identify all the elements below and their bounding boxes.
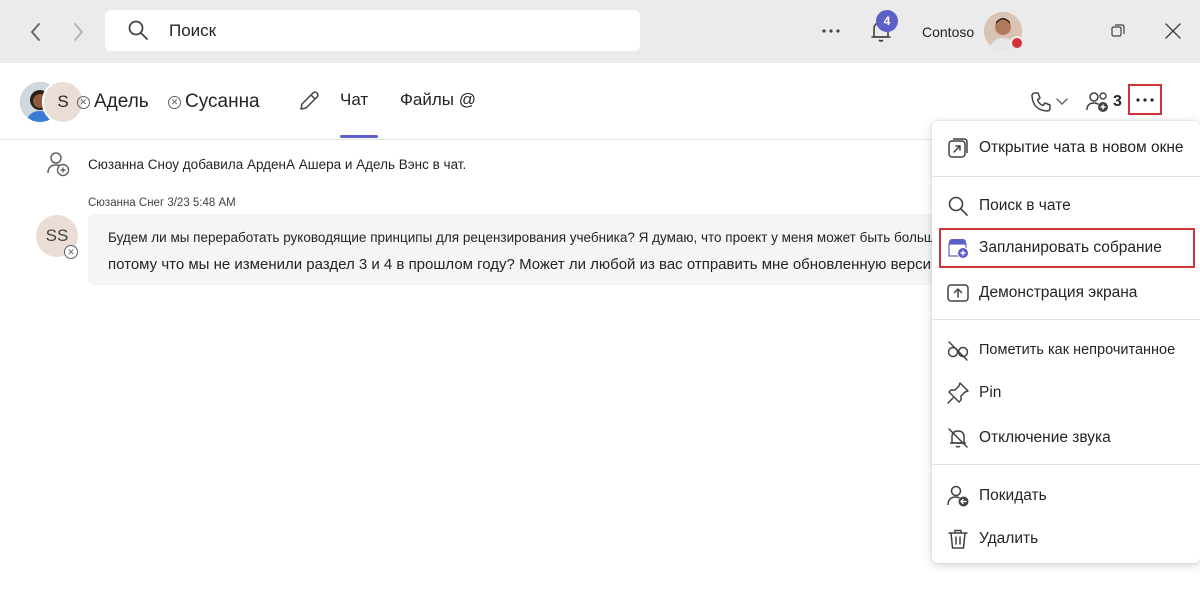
menu-item-leave[interactable]: Покидать bbox=[932, 476, 1200, 516]
chevron-down-icon bbox=[1056, 98, 1068, 105]
more-horizontal-icon bbox=[1136, 97, 1154, 102]
search-input[interactable] bbox=[169, 19, 609, 43]
menu-item-pin[interactable]: Pin bbox=[932, 373, 1200, 413]
participant-name: Сусанна bbox=[185, 91, 260, 112]
pin-icon bbox=[947, 382, 969, 404]
close-icon bbox=[1165, 23, 1181, 39]
delete-icon bbox=[948, 529, 968, 549]
notification-badge: 4 bbox=[876, 10, 898, 32]
message-author-time: Сюзанна Снег 3/23 5:48 AM bbox=[88, 197, 236, 209]
system-message: Сюзанна Сноу добавила АрденА Ашера и Аде… bbox=[88, 157, 467, 172]
mute-bell-icon bbox=[948, 428, 968, 448]
remove-icon[interactable]: ✕ bbox=[168, 95, 181, 109]
restore-icon bbox=[1111, 24, 1125, 37]
chevron-left-icon bbox=[31, 23, 40, 41]
restore-window-button[interactable] bbox=[1103, 18, 1133, 44]
menu-item-label: Удалить bbox=[979, 530, 1039, 547]
search-icon bbox=[128, 20, 148, 40]
menu-item-mute[interactable]: Отключение звука bbox=[932, 418, 1200, 458]
message-bubble[interactable]: Будем ли мы переработать руководящие при… bbox=[88, 214, 958, 285]
more-options-button[interactable] bbox=[816, 18, 846, 44]
menu-item-open-new-window[interactable]: Открытие чата в новом окне bbox=[932, 128, 1200, 168]
tab-files[interactable]: Файлы @ bbox=[400, 90, 476, 110]
title-bar: 4 Contoso bbox=[0, 0, 1200, 63]
edit-pencil-icon[interactable] bbox=[297, 89, 321, 113]
menu-item-label: Демонстрация экрана bbox=[979, 284, 1138, 301]
open-in-new-window-icon bbox=[948, 138, 968, 158]
org-name[interactable]: Contoso bbox=[922, 24, 974, 40]
people-count: 3 bbox=[1113, 93, 1122, 110]
menu-divider bbox=[932, 464, 1200, 465]
participant-chip-susanna[interactable]: ✕ Сусанна bbox=[168, 91, 260, 113]
menu-item-schedule-meeting[interactable]: Запланировать собрание bbox=[939, 228, 1195, 268]
tab-chat[interactable]: Чат bbox=[340, 90, 368, 110]
menu-item-label: Отключение звука bbox=[979, 429, 1111, 446]
close-window-button[interactable] bbox=[1158, 18, 1188, 44]
menu-item-delete[interactable]: Удалить bbox=[932, 519, 1200, 559]
call-button[interactable] bbox=[1030, 87, 1074, 117]
people-button[interactable]: 3 bbox=[1085, 87, 1122, 117]
message-text-line: Будем ли мы переработать руководящие при… bbox=[108, 230, 946, 245]
people-add-icon bbox=[1086, 92, 1108, 112]
menu-item-label: Поиск в чате bbox=[979, 197, 1071, 214]
menu-item-label: Открытие чата в новом окне bbox=[979, 139, 1184, 156]
menu-item-label: Покидать bbox=[979, 487, 1047, 504]
forward-button[interactable] bbox=[64, 18, 92, 46]
menu-divider bbox=[932, 319, 1200, 320]
participant-chip-adel[interactable]: ✕ Адель bbox=[77, 91, 149, 113]
menu-item-mark-unread[interactable]: Пометить как непрочитанное bbox=[932, 330, 1200, 370]
menu-item-share-screen[interactable]: Демонстрация экрана bbox=[932, 273, 1200, 313]
remove-icon[interactable]: ✕ bbox=[77, 95, 90, 109]
leave-icon bbox=[947, 485, 969, 507]
menu-item-label: Запланировать собрание bbox=[979, 239, 1162, 256]
chevron-right-icon bbox=[74, 23, 83, 41]
presence-busy-icon bbox=[1010, 36, 1024, 50]
phone-icon bbox=[1031, 92, 1051, 112]
chat-more-options-button[interactable] bbox=[1128, 84, 1162, 115]
message-text-line: потому что мы не изменили раздел 3 и 4 в… bbox=[108, 256, 951, 273]
mark-unread-icon bbox=[947, 341, 969, 361]
person-add-icon bbox=[47, 152, 70, 177]
chat-options-menu: Открытие чата в новом окне Поиск в чате … bbox=[932, 121, 1200, 563]
active-tab-indicator bbox=[340, 135, 378, 138]
menu-divider bbox=[932, 176, 1200, 177]
presence-blocked-icon: ✕ bbox=[64, 245, 78, 259]
more-horizontal-icon bbox=[822, 29, 840, 33]
search-box[interactable] bbox=[105, 10, 640, 51]
search-icon bbox=[948, 196, 968, 216]
group-avatar[interactable]: S bbox=[20, 80, 84, 124]
menu-item-search-chat[interactable]: Поиск в чате bbox=[932, 186, 1200, 226]
back-button[interactable] bbox=[22, 18, 50, 46]
menu-item-label: Pin bbox=[979, 384, 1002, 401]
participant-name: Адель bbox=[94, 91, 149, 112]
calendar-add-icon bbox=[948, 239, 969, 259]
menu-item-label: Пометить как непрочитанное bbox=[979, 342, 1176, 358]
share-screen-icon bbox=[947, 284, 969, 302]
